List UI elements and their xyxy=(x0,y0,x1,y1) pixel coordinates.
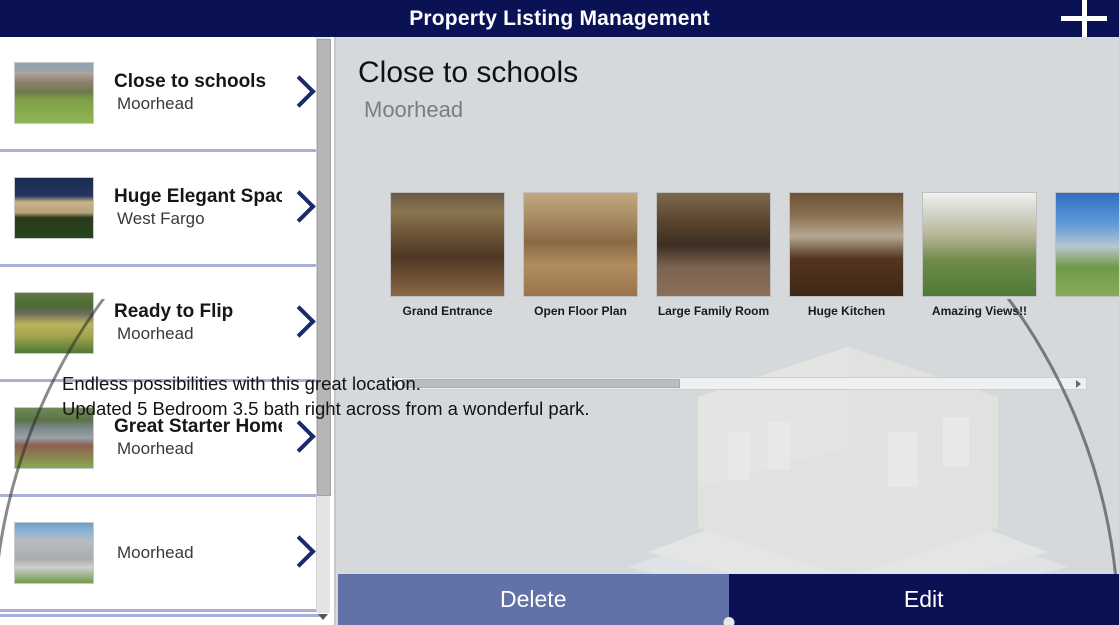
listing-location: Moorhead xyxy=(117,94,194,114)
photo-thumbnail[interactable] xyxy=(656,192,771,297)
property-listing-app: Property Listing Management Close to sch… xyxy=(0,0,1119,625)
title-bar: Property Listing Management xyxy=(0,0,1119,42)
listing-sidebar: Close to schools Moorhead Huge Elegant S… xyxy=(0,37,336,625)
photo-caption: Huge Kitchen xyxy=(807,304,886,318)
action-bar: Delete Edit xyxy=(338,574,1119,625)
listing-description: Endless possibilities with this great lo… xyxy=(62,372,590,422)
sidebar-scrollbar-thumb[interactable] xyxy=(317,39,331,496)
description-line-1: Endless possibilities with this great lo… xyxy=(62,373,421,394)
listing-location: Moorhead xyxy=(117,324,194,344)
photo-item[interactable]: Huge Kitchen xyxy=(789,192,904,318)
page-title: Property Listing Management xyxy=(409,6,710,30)
photo-item[interactable]: Grand Entrance xyxy=(390,192,505,318)
listing-text: Close to schools Moorhead xyxy=(94,70,282,117)
list-item[interactable]: Ready to Flip Moorhead xyxy=(0,267,322,382)
detail-header: Close to schools Moorhead xyxy=(358,55,1058,123)
photo-gallery[interactable]: Grand Entrance Open Floor Plan Large Fam… xyxy=(390,192,1119,352)
list-item[interactable]: Close to schools Moorhead xyxy=(0,37,322,152)
listing-thumbnail xyxy=(14,177,94,239)
delete-button[interactable]: Delete xyxy=(338,574,729,625)
listing-text: Moorhead xyxy=(94,542,282,565)
chevron-right-icon[interactable] xyxy=(282,532,316,574)
photo-item[interactable] xyxy=(1055,192,1119,318)
listing-text: Ready to Flip Moorhead xyxy=(94,300,282,347)
chevron-right-icon[interactable] xyxy=(282,72,316,114)
listing-text: Huge Elegant Space West Fargo xyxy=(94,185,282,232)
photo-caption: Amazing Views!! xyxy=(931,304,1028,318)
list-item[interactable]: Huge Elegant Space West Fargo xyxy=(0,152,322,267)
list-bottom-divider xyxy=(0,614,322,617)
edit-button[interactable]: Edit xyxy=(728,574,1119,625)
listing-location: West Fargo xyxy=(117,209,205,229)
listing-title: Ready to Flip xyxy=(114,300,234,322)
triangle-down-icon[interactable] xyxy=(316,611,330,623)
listing-location: Moorhead xyxy=(117,542,194,562)
chevron-right-icon[interactable] xyxy=(282,187,316,229)
listing-thumbnail xyxy=(14,62,94,124)
detail-title: Close to schools xyxy=(358,56,579,89)
sidebar-scrollbar[interactable] xyxy=(316,37,331,613)
home-indicator xyxy=(723,617,734,625)
photo-thumbnail[interactable] xyxy=(523,192,638,297)
detail-location: Moorhead xyxy=(364,97,464,122)
photo-gallery-strip: Grand Entrance Open Floor Plan Large Fam… xyxy=(390,192,1119,318)
listing-location: Moorhead xyxy=(117,439,194,459)
plus-icon-vertical xyxy=(1081,0,1087,42)
listing-thumbnail xyxy=(14,292,94,354)
listing-thumbnail xyxy=(14,522,94,584)
listing-title: Close to schools xyxy=(114,70,267,92)
listing-list: Close to schools Moorhead Huge Elegant S… xyxy=(0,37,322,612)
sidebar-divider xyxy=(334,37,336,625)
chevron-right-icon[interactable] xyxy=(282,302,316,344)
photo-item[interactable]: Large Family Room xyxy=(656,192,771,318)
content-area: Close to schools Moorhead Huge Elegant S… xyxy=(0,37,1119,625)
list-item[interactable]: Moorhead xyxy=(0,497,322,612)
photo-caption: Grand Entrance xyxy=(402,304,493,318)
photo-thumbnail[interactable] xyxy=(1055,192,1119,297)
photo-thumbnail[interactable] xyxy=(922,192,1037,297)
description-line-2: Updated 5 Bedroom 3.5 bath right across … xyxy=(62,397,590,419)
photo-thumbnail[interactable] xyxy=(390,192,505,297)
listing-title: Huge Elegant Space xyxy=(114,185,282,207)
listing-detail-pane: Close to schools Moorhead Grand Entrance… xyxy=(338,37,1119,625)
photo-item[interactable]: Amazing Views!! xyxy=(922,192,1037,318)
triangle-right-icon[interactable] xyxy=(1072,378,1085,389)
photo-thumbnail[interactable] xyxy=(789,192,904,297)
chevron-right-icon[interactable] xyxy=(282,417,316,459)
photo-item[interactable]: Open Floor Plan xyxy=(523,192,638,318)
photo-caption: Large Family Room xyxy=(657,304,770,318)
photo-caption: Open Floor Plan xyxy=(534,304,627,318)
